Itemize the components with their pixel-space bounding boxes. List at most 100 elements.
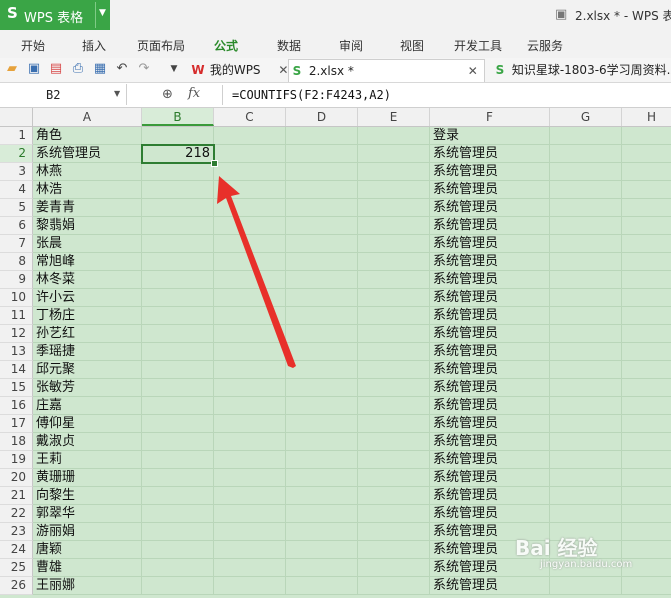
redo-icon[interactable]: ↷ <box>136 61 152 77</box>
cell-f[interactable]: 系统管理员 <box>430 217 550 235</box>
cell-f[interactable]: 登录 <box>430 127 550 145</box>
row-header[interactable]: 10 <box>0 289 33 307</box>
row-header[interactable]: 18 <box>0 433 33 451</box>
cell-b[interactable] <box>142 343 214 361</box>
cell-c[interactable] <box>214 487 286 505</box>
cell-a[interactable]: 角色 <box>33 127 142 145</box>
cell-d[interactable] <box>286 379 358 397</box>
cell-h[interactable] <box>622 379 671 397</box>
cell-d[interactable] <box>286 199 358 217</box>
cell-h[interactable] <box>622 505 671 523</box>
cell-g[interactable] <box>550 145 622 163</box>
cell-g[interactable] <box>550 505 622 523</box>
cell-d[interactable] <box>286 577 358 595</box>
cell-h[interactable] <box>622 577 671 595</box>
cell-e[interactable] <box>358 271 430 289</box>
cell-f[interactable]: 系统管理员 <box>430 505 550 523</box>
cell-e[interactable] <box>358 145 430 163</box>
cell-c[interactable] <box>214 235 286 253</box>
cell-d[interactable] <box>286 433 358 451</box>
cell-h[interactable] <box>622 469 671 487</box>
column-header-h[interactable]: H <box>622 108 671 126</box>
cell-e[interactable] <box>358 343 430 361</box>
print-preview-icon[interactable]: ▦ <box>92 61 108 77</box>
cell-d[interactable] <box>286 163 358 181</box>
cell-a[interactable]: 季瑶捷 <box>33 343 142 361</box>
cell-c[interactable] <box>214 415 286 433</box>
menu-tab-insert[interactable]: 插入 <box>82 37 106 54</box>
cell-h[interactable] <box>622 217 671 235</box>
cell-e[interactable] <box>358 433 430 451</box>
cell-e[interactable] <box>358 217 430 235</box>
cell-e[interactable] <box>358 451 430 469</box>
cell-f[interactable]: 系统管理员 <box>430 325 550 343</box>
cell-h[interactable] <box>622 343 671 361</box>
cell-b[interactable] <box>142 361 214 379</box>
cell-g[interactable] <box>550 307 622 325</box>
cell-d[interactable] <box>286 217 358 235</box>
cell-g[interactable] <box>550 199 622 217</box>
row-header[interactable]: 19 <box>0 451 33 469</box>
menu-tab-home[interactable]: 开始 <box>21 37 45 54</box>
cell-g[interactable] <box>550 343 622 361</box>
cell-b[interactable] <box>142 163 214 181</box>
cell-f[interactable]: 系统管理员 <box>430 397 550 415</box>
cell-e[interactable] <box>358 253 430 271</box>
cell-c[interactable] <box>214 505 286 523</box>
cell-a[interactable]: 戴淑贞 <box>33 433 142 451</box>
cell-g[interactable] <box>550 433 622 451</box>
cell-c[interactable] <box>214 343 286 361</box>
cell-g[interactable] <box>550 181 622 199</box>
cell-d[interactable] <box>286 181 358 199</box>
cell-f[interactable]: 系统管理员 <box>430 559 550 577</box>
cell-a[interactable]: 黎翡娟 <box>33 217 142 235</box>
cell-h[interactable] <box>622 307 671 325</box>
row-header[interactable]: 2 <box>0 145 33 163</box>
cell-g[interactable] <box>550 451 622 469</box>
menu-tab-formulas[interactable]: 公式 <box>214 37 238 54</box>
column-header-f[interactable]: F <box>430 108 550 126</box>
cell-c[interactable] <box>214 289 286 307</box>
cell-c[interactable] <box>214 181 286 199</box>
cell-e[interactable] <box>358 163 430 181</box>
row-header[interactable]: 24 <box>0 541 33 559</box>
cell-h[interactable] <box>622 415 671 433</box>
cell-e[interactable] <box>358 325 430 343</box>
insert-function-icon[interactable]: fx <box>188 86 200 101</box>
cell-a[interactable]: 张敏芳 <box>33 379 142 397</box>
menu-tab-view[interactable]: 视图 <box>400 37 424 54</box>
row-header[interactable]: 22 <box>0 505 33 523</box>
cell-e[interactable] <box>358 307 430 325</box>
cell-c[interactable] <box>214 217 286 235</box>
cell-h[interactable] <box>622 451 671 469</box>
cell-b[interactable] <box>142 559 214 577</box>
cell-d[interactable] <box>286 397 358 415</box>
cell-c[interactable] <box>214 253 286 271</box>
cell-c[interactable] <box>214 379 286 397</box>
open-folder-icon[interactable]: ▰ <box>4 61 20 77</box>
cell-d[interactable] <box>286 253 358 271</box>
row-header[interactable]: 21 <box>0 487 33 505</box>
cell-d[interactable] <box>286 361 358 379</box>
cell-a[interactable]: 张晨 <box>33 235 142 253</box>
cell-d[interactable] <box>286 523 358 541</box>
cell-d[interactable] <box>286 469 358 487</box>
cell-f[interactable]: 系统管理员 <box>430 145 550 163</box>
cell-f[interactable]: 系统管理员 <box>430 487 550 505</box>
cell-c[interactable] <box>214 397 286 415</box>
chevron-down-icon[interactable]: ▼ <box>166 61 182 77</box>
formula-input[interactable]: =COUNTIFS(F2:F4243,A2) <box>232 88 391 102</box>
column-header-g[interactable]: G <box>550 108 622 126</box>
name-box[interactable]: B2 ▼ <box>0 84 127 105</box>
cell-b[interactable] <box>142 325 214 343</box>
cell-a[interactable]: 傅仰星 <box>33 415 142 433</box>
row-header[interactable]: 12 <box>0 325 33 343</box>
cell-b[interactable] <box>142 397 214 415</box>
cell-e[interactable] <box>358 361 430 379</box>
column-header-e[interactable]: E <box>358 108 430 126</box>
cell-d[interactable] <box>286 145 358 163</box>
cell-b[interactable] <box>142 541 214 559</box>
cell-h[interactable] <box>622 199 671 217</box>
cell-a[interactable]: 郭翠华 <box>33 505 142 523</box>
cell-e[interactable] <box>358 577 430 595</box>
